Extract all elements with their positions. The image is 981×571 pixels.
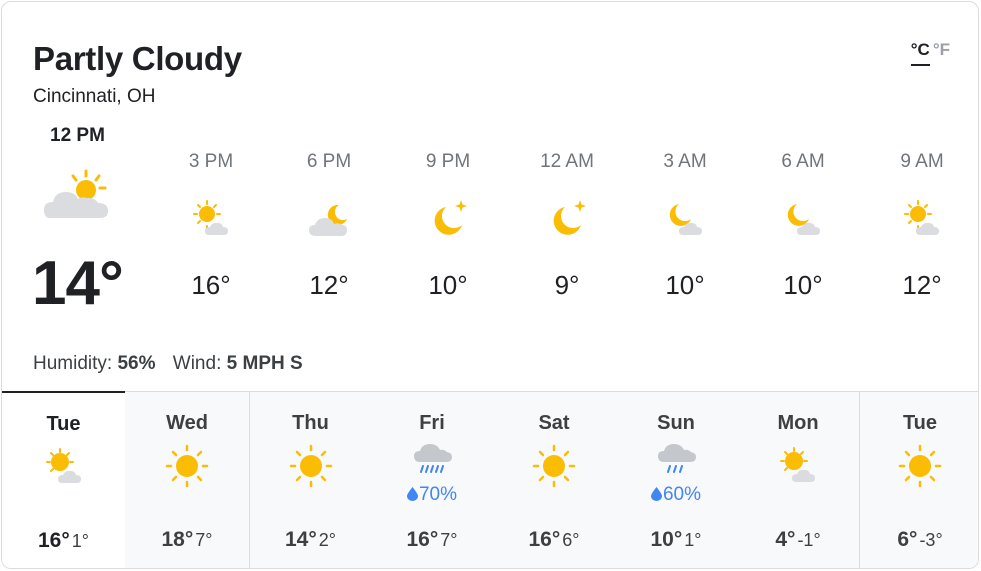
daily-forecast: Tue 16° 1° Wed 18° 7° Thu 14° 2° Fri 70%… [2, 391, 978, 568]
day-low: 7° [440, 530, 458, 550]
raindrop-icon [406, 487, 418, 501]
day-item[interactable]: Thu 14° 2° [249, 392, 371, 568]
partly-cloudy-day-icon [42, 168, 112, 226]
humidity-label: Humidity: [33, 353, 113, 374]
day-name: Fri [419, 412, 445, 434]
day-name: Tue [902, 412, 938, 434]
day-high: 14° [285, 528, 317, 551]
current-temp: 14° [32, 249, 124, 318]
day-high: 16° [528, 528, 561, 551]
day-high: 4° [775, 528, 796, 551]
day-name: Tue [46, 413, 81, 435]
day-high: 10° [650, 528, 683, 551]
wind-value: 5 MPH S [226, 353, 303, 374]
day-low: -3° [919, 530, 943, 550]
day-name: Sat [538, 412, 570, 434]
hour-temp: 10° [783, 270, 823, 300]
hour-time: 6 PM [306, 151, 352, 172]
clear-night-icon [426, 197, 470, 241]
hour-temp: 16° [191, 270, 231, 300]
day-name: Wed [166, 412, 208, 434]
hour-temp: 12° [309, 270, 349, 300]
precip-chance: 70% [371, 484, 493, 506]
moon-small-cloud-icon [781, 197, 825, 241]
wind-label: Wind: [172, 353, 222, 374]
day-high: 16° [38, 529, 70, 552]
sunny-icon [532, 444, 576, 488]
hour-time: 3 AM [663, 151, 707, 172]
sunny-icon [898, 444, 942, 488]
unit-toggle: °C °F [910, 40, 950, 66]
hour-time: 12 AM [540, 151, 594, 172]
sun-behind-cloud-icon [189, 197, 233, 241]
day-item[interactable]: Fri 70% 16° 7° [371, 392, 493, 568]
precip-value: 70% [418, 484, 458, 505]
sunny-icon [289, 444, 333, 488]
day-high: 18° [161, 528, 194, 551]
precip-value: 60% [662, 484, 702, 505]
sun-behind-cloud-icon [42, 445, 86, 489]
day-high: 6° [897, 528, 918, 551]
day-name: Mon [777, 412, 819, 434]
hour-time: 9 PM [425, 151, 471, 172]
day-low: 2° [318, 530, 336, 550]
humidity-value: 56% [117, 353, 156, 374]
weather-card: Partly Cloudy Cincinnati, OH °C °F 12 PM … [1, 1, 979, 569]
day-low: 1° [71, 531, 89, 551]
day-low: 1° [684, 530, 702, 550]
raindrop-icon [650, 487, 662, 501]
day-item[interactable]: Sat 16° 6° [493, 392, 615, 568]
hour-temp: 10° [428, 270, 468, 300]
hour-temp: 12° [902, 270, 942, 300]
day-low: 7° [195, 530, 213, 550]
moon-behind-cloud-icon [307, 197, 351, 241]
day-item[interactable]: Mon 4° -1° [737, 392, 859, 568]
day-item[interactable]: Sun 60% 10° 1° [615, 392, 737, 568]
day-name: Thu [292, 412, 329, 434]
clear-night-icon [545, 197, 589, 241]
hour-time: 9 AM [900, 151, 944, 172]
hour-temp: 10° [665, 270, 705, 300]
rain-cloud-icon [410, 440, 454, 484]
day-name: Sun [657, 412, 695, 434]
rain-cloud-icon [654, 440, 698, 484]
current-time: 12 PM [50, 125, 105, 146]
hour-time: 6 AM [781, 151, 825, 172]
day-item[interactable]: Tue 6° -3° [859, 392, 978, 568]
hour-time: 3 PM [188, 151, 234, 172]
day-item[interactable]: Tue 16° 1° [2, 391, 125, 568]
day-low: 6° [562, 530, 580, 550]
condition-title: Partly Cloudy [33, 40, 242, 77]
day-item[interactable]: Wed 18° 7° [125, 392, 249, 568]
hour-temp: 9° [554, 270, 580, 300]
sunny-icon [165, 444, 209, 488]
sun-behind-cloud-icon [776, 444, 820, 488]
moon-small-cloud-icon [663, 197, 707, 241]
precip-chance: 60% [615, 484, 737, 506]
day-low: -1° [797, 530, 821, 550]
weather-details: Humidity: 56% Wind: 5 MPH S [33, 353, 303, 375]
fahrenheit-toggle[interactable]: °F [933, 40, 950, 59]
sun-behind-cloud-icon [900, 197, 944, 241]
day-high: 16° [406, 528, 439, 551]
location-label: Cincinnati, OH [33, 86, 156, 107]
celsius-toggle[interactable]: °C [910, 40, 930, 66]
